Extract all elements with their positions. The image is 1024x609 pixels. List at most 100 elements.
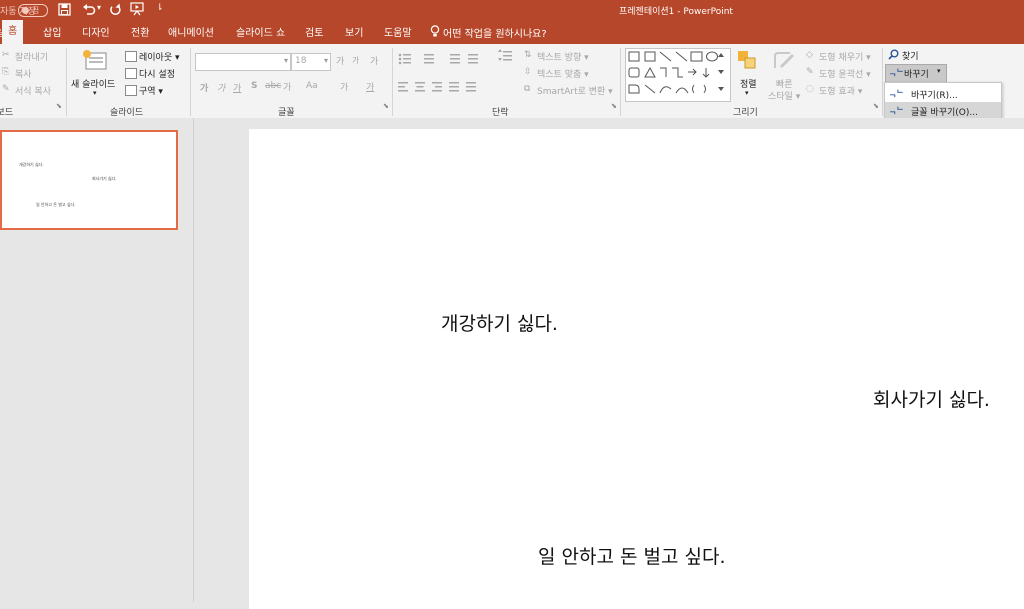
undo-dropdown-icon[interactable]: ▾ bbox=[97, 3, 101, 12]
copy-button[interactable]: 복사 bbox=[15, 67, 32, 80]
replace-dropdown-icon[interactable]: ▾ bbox=[937, 67, 941, 75]
format-painter-icon[interactable]: ✎ bbox=[2, 84, 10, 94]
strikethrough-button[interactable]: abc bbox=[265, 81, 281, 91]
highlight-button[interactable]: 가 bbox=[340, 80, 348, 93]
shape-outline-icon[interactable]: ✎ bbox=[806, 67, 814, 77]
menu-item-replace-fonts-label: 글꼴 바꾸기(O)... bbox=[911, 108, 978, 118]
shape-effects-icon[interactable]: ◌ bbox=[806, 84, 814, 94]
replace-menu: ᆨᄂ 바꾸기(R)... ᆨᄂ 글꼴 바꾸기(O)... bbox=[884, 82, 1002, 122]
section-button[interactable]: 구역 ▾ bbox=[139, 84, 163, 97]
underline-button[interactable]: 가 bbox=[233, 81, 241, 94]
shrink-font-button[interactable]: 가 bbox=[352, 55, 359, 66]
arrange-dropdown-icon[interactable]: ▾ bbox=[745, 89, 749, 97]
tab-design[interactable]: 디자인 bbox=[82, 24, 110, 39]
tab-review[interactable]: 검토 bbox=[305, 24, 323, 39]
replace-icon: ᆨᄂ bbox=[889, 68, 904, 77]
save-icon[interactable] bbox=[58, 3, 71, 16]
layout-icon[interactable] bbox=[125, 51, 137, 62]
text-direction-label: 텍스트 방향 bbox=[537, 53, 582, 63]
italic-button[interactable]: 가 bbox=[217, 81, 225, 94]
change-case-button[interactable]: Aa bbox=[306, 81, 318, 91]
copy-icon[interactable]: ⎘ bbox=[2, 67, 9, 77]
shape-fill-icon[interactable]: ◇ bbox=[806, 50, 813, 60]
shape-fill-button[interactable]: 도형 채우기 ▾ bbox=[819, 50, 871, 63]
font-name-combo[interactable]: ▾ bbox=[195, 53, 291, 71]
shape-fill-label: 도형 채우기 bbox=[819, 53, 864, 63]
tab-home[interactable]: 홈 bbox=[2, 20, 24, 44]
thumbnail-text-3: 일 안하고 돈 벌고 싶다. bbox=[36, 202, 76, 207]
font-size-combo[interactable]: 18 ▾ bbox=[291, 53, 331, 71]
window-title: 프레젠테이션1 - PowerPoint bbox=[619, 7, 733, 17]
ribbon: ✂ 잘라내기 ⎘ 복사 ✎ 서식 복사 클립보드 ⬊ 새 슬라이드 ▾ 레이아웃… bbox=[0, 44, 1024, 119]
tab-slideshow[interactable]: 슬라이드 쇼 bbox=[236, 24, 285, 39]
tab-transitions[interactable]: 전환 bbox=[131, 24, 149, 39]
customize-quick-access-icon[interactable]: ⇂ bbox=[156, 3, 164, 13]
font-name-dropdown-icon[interactable]: ▾ bbox=[284, 56, 288, 65]
slide-thumbnail-pane: 개강하기 싫다. 회사가기 싫다. 일 안하고 돈 벌고 싶다. bbox=[0, 118, 194, 602]
separator bbox=[66, 48, 67, 116]
tab-view[interactable]: 보기 bbox=[345, 24, 363, 39]
text-direction-button[interactable]: 텍스트 방향 ▾ bbox=[537, 50, 589, 63]
title-bar: 자동 저장 끔 ▾ ⇂ 프레젠테이션1 - PowerPoint bbox=[0, 0, 1024, 20]
paragraph-group-label: 단락 bbox=[492, 108, 509, 118]
arrange-icon[interactable] bbox=[737, 50, 759, 72]
align-text-icon[interactable]: ⇳ bbox=[524, 67, 532, 77]
grow-font-button[interactable]: 가 bbox=[336, 54, 344, 67]
separator bbox=[190, 48, 191, 116]
font-color-button[interactable]: 가 bbox=[366, 80, 374, 93]
menu-item-replace-fonts[interactable]: ᆨᄂ 글꼴 바꾸기(O)... bbox=[885, 102, 1001, 119]
undo-icon[interactable] bbox=[82, 3, 96, 16]
find-button[interactable]: 찾기 bbox=[902, 49, 919, 62]
slide-editor: 개강하기 싫다. 회사가기 싫다. 일 안하고 돈 벌고 싶다. bbox=[194, 118, 1024, 609]
slide-text-1[interactable]: 개강하기 싫다. bbox=[441, 309, 558, 336]
line-spacing-icon[interactable] bbox=[498, 49, 512, 61]
menu-item-replace-label: 바꾸기(R)... bbox=[911, 91, 958, 101]
cut-button[interactable]: 잘라내기 bbox=[15, 50, 48, 63]
bold-button[interactable]: 가 bbox=[200, 81, 208, 94]
tab-insert[interactable]: 삽입 bbox=[43, 24, 61, 39]
cut-icon[interactable]: ✂ bbox=[2, 50, 10, 60]
paragraph-launcher-icon[interactable]: ⬊ bbox=[611, 102, 617, 110]
section-icon[interactable] bbox=[125, 85, 137, 96]
shadow-button[interactable]: S bbox=[251, 81, 257, 91]
drawing-group-label: 그리기 bbox=[733, 108, 758, 118]
clear-format-button[interactable]: 가 bbox=[370, 54, 378, 67]
slide-thumbnail[interactable]: 개강하기 싫다. 회사가기 싫다. 일 안하고 돈 벌고 싶다. bbox=[0, 130, 178, 230]
quick-styles-icon[interactable] bbox=[772, 50, 796, 72]
align-text-button[interactable]: 텍스트 맞춤 ▾ bbox=[537, 67, 589, 80]
shapes-gallery[interactable] bbox=[625, 48, 731, 102]
font-launcher-icon[interactable]: ⬊ bbox=[383, 102, 389, 110]
autosave-toggle[interactable]: 끔 bbox=[18, 4, 48, 17]
shape-outline-button[interactable]: 도형 윤곽선 ▾ bbox=[819, 67, 871, 80]
reset-button[interactable]: 다시 설정 bbox=[139, 67, 175, 80]
redo-icon[interactable] bbox=[109, 3, 122, 16]
slide-text-3[interactable]: 일 안하고 돈 벌고 싶다. bbox=[538, 542, 726, 569]
separator bbox=[392, 48, 393, 116]
slide-text-2[interactable]: 회사가기 싫다. bbox=[873, 385, 990, 412]
new-slide-dropdown-icon[interactable]: ▾ bbox=[93, 89, 97, 97]
reset-icon[interactable] bbox=[125, 68, 137, 79]
align-icons[interactable] bbox=[398, 81, 508, 93]
tab-animations[interactable]: 애니메이션 bbox=[168, 24, 214, 39]
font-size-dropdown-icon[interactable]: ▾ bbox=[324, 56, 328, 65]
text-direction-icon[interactable]: ⇅ bbox=[524, 50, 532, 60]
smartart-icon[interactable]: ⧉ bbox=[524, 84, 530, 94]
new-slide-icon[interactable] bbox=[82, 49, 108, 71]
slides-group-label: 슬라이드 bbox=[110, 108, 144, 118]
slide-canvas[interactable]: 개강하기 싫다. 회사가기 싫다. 일 안하고 돈 벌고 싶다. bbox=[249, 129, 1024, 609]
format-painter-button[interactable]: 서식 복사 bbox=[15, 84, 51, 97]
shape-effects-button[interactable]: 도형 효과 ▾ bbox=[819, 84, 862, 97]
clipboard-launcher-icon[interactable]: ⬊ bbox=[56, 102, 62, 110]
slideshow-from-start-icon[interactable] bbox=[130, 2, 145, 16]
layout-button[interactable]: 레이아웃 ▾ bbox=[139, 50, 180, 63]
menu-item-replace[interactable]: ᆨᄂ 바꾸기(R)... bbox=[885, 85, 1001, 102]
tab-help[interactable]: 도움말 bbox=[384, 24, 412, 39]
bullets-icon[interactable] bbox=[398, 53, 498, 65]
find-icon[interactable] bbox=[888, 49, 899, 60]
char-spacing-button[interactable]: 가 bbox=[283, 80, 291, 93]
replace-split-button[interactable]: ᆨᄂ 바꾸기 ▾ bbox=[885, 64, 947, 83]
tell-me-search[interactable]: 어떤 작업을 원하시나요? bbox=[443, 25, 547, 40]
smartart-button[interactable]: SmartArt로 변환 ▾ bbox=[537, 84, 613, 97]
drawing-launcher-icon[interactable]: ⬊ bbox=[873, 102, 879, 110]
quick-styles-button[interactable]: 스타일 ▾ bbox=[768, 89, 800, 102]
